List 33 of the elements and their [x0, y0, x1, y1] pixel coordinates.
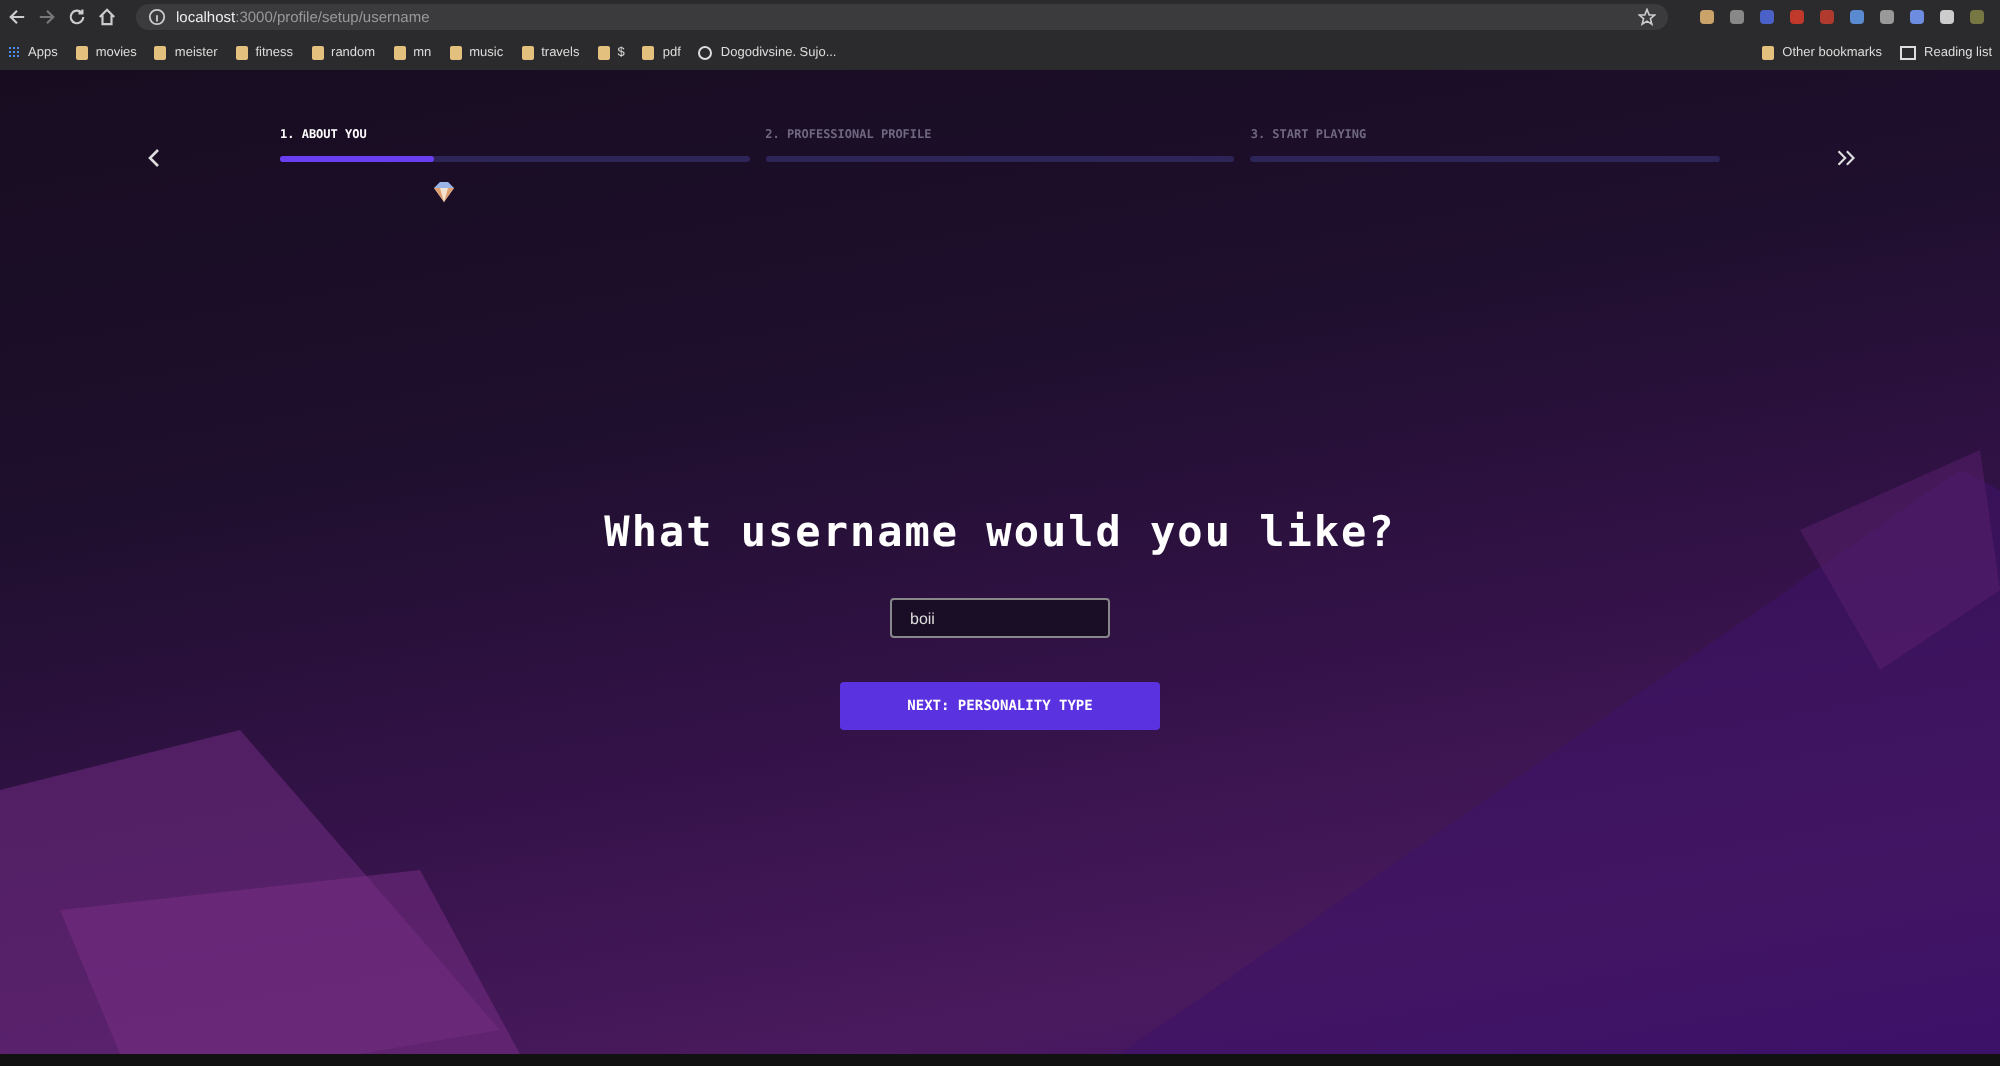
folder-icon [449, 45, 462, 59]
extension-icon[interactable] [1700, 10, 1714, 24]
extension-icon[interactable] [1790, 10, 1804, 24]
info-icon[interactable] [148, 8, 166, 26]
extension-icon[interactable] [1880, 10, 1894, 24]
extension-icon[interactable] [1850, 10, 1864, 24]
folder-icon [597, 45, 610, 59]
extension-icon[interactable] [1940, 10, 1954, 24]
home-icon[interactable] [98, 8, 116, 26]
folder-icon [393, 45, 406, 59]
username-field[interactable]: boii [890, 598, 1110, 638]
extension-icon[interactable] [1970, 10, 1984, 24]
folder-icon [1762, 45, 1775, 59]
apps-grid-icon [8, 46, 20, 58]
star-icon[interactable] [1638, 8, 1656, 26]
extension-icon[interactable] [1910, 10, 1924, 24]
extension-icon[interactable] [1730, 10, 1744, 24]
reading-list-icon [1900, 45, 1917, 59]
reload-icon[interactable] [68, 8, 86, 26]
folder-icon [521, 45, 534, 59]
folder-icon [154, 45, 167, 59]
gem-icon [432, 180, 456, 204]
back-icon[interactable] [8, 8, 26, 26]
question-heading: What username would you like? [604, 508, 1396, 556]
folder-icon [75, 45, 88, 59]
extension-icon[interactable] [1760, 10, 1774, 24]
folder-icon [235, 45, 248, 59]
globe-icon [698, 45, 713, 59]
folder-icon [642, 45, 655, 59]
double-chevron-icon[interactable] [1836, 148, 1856, 168]
extension-icon[interactable] [1820, 10, 1834, 24]
forward-icon[interactable] [38, 8, 56, 26]
folder-icon [311, 45, 324, 59]
